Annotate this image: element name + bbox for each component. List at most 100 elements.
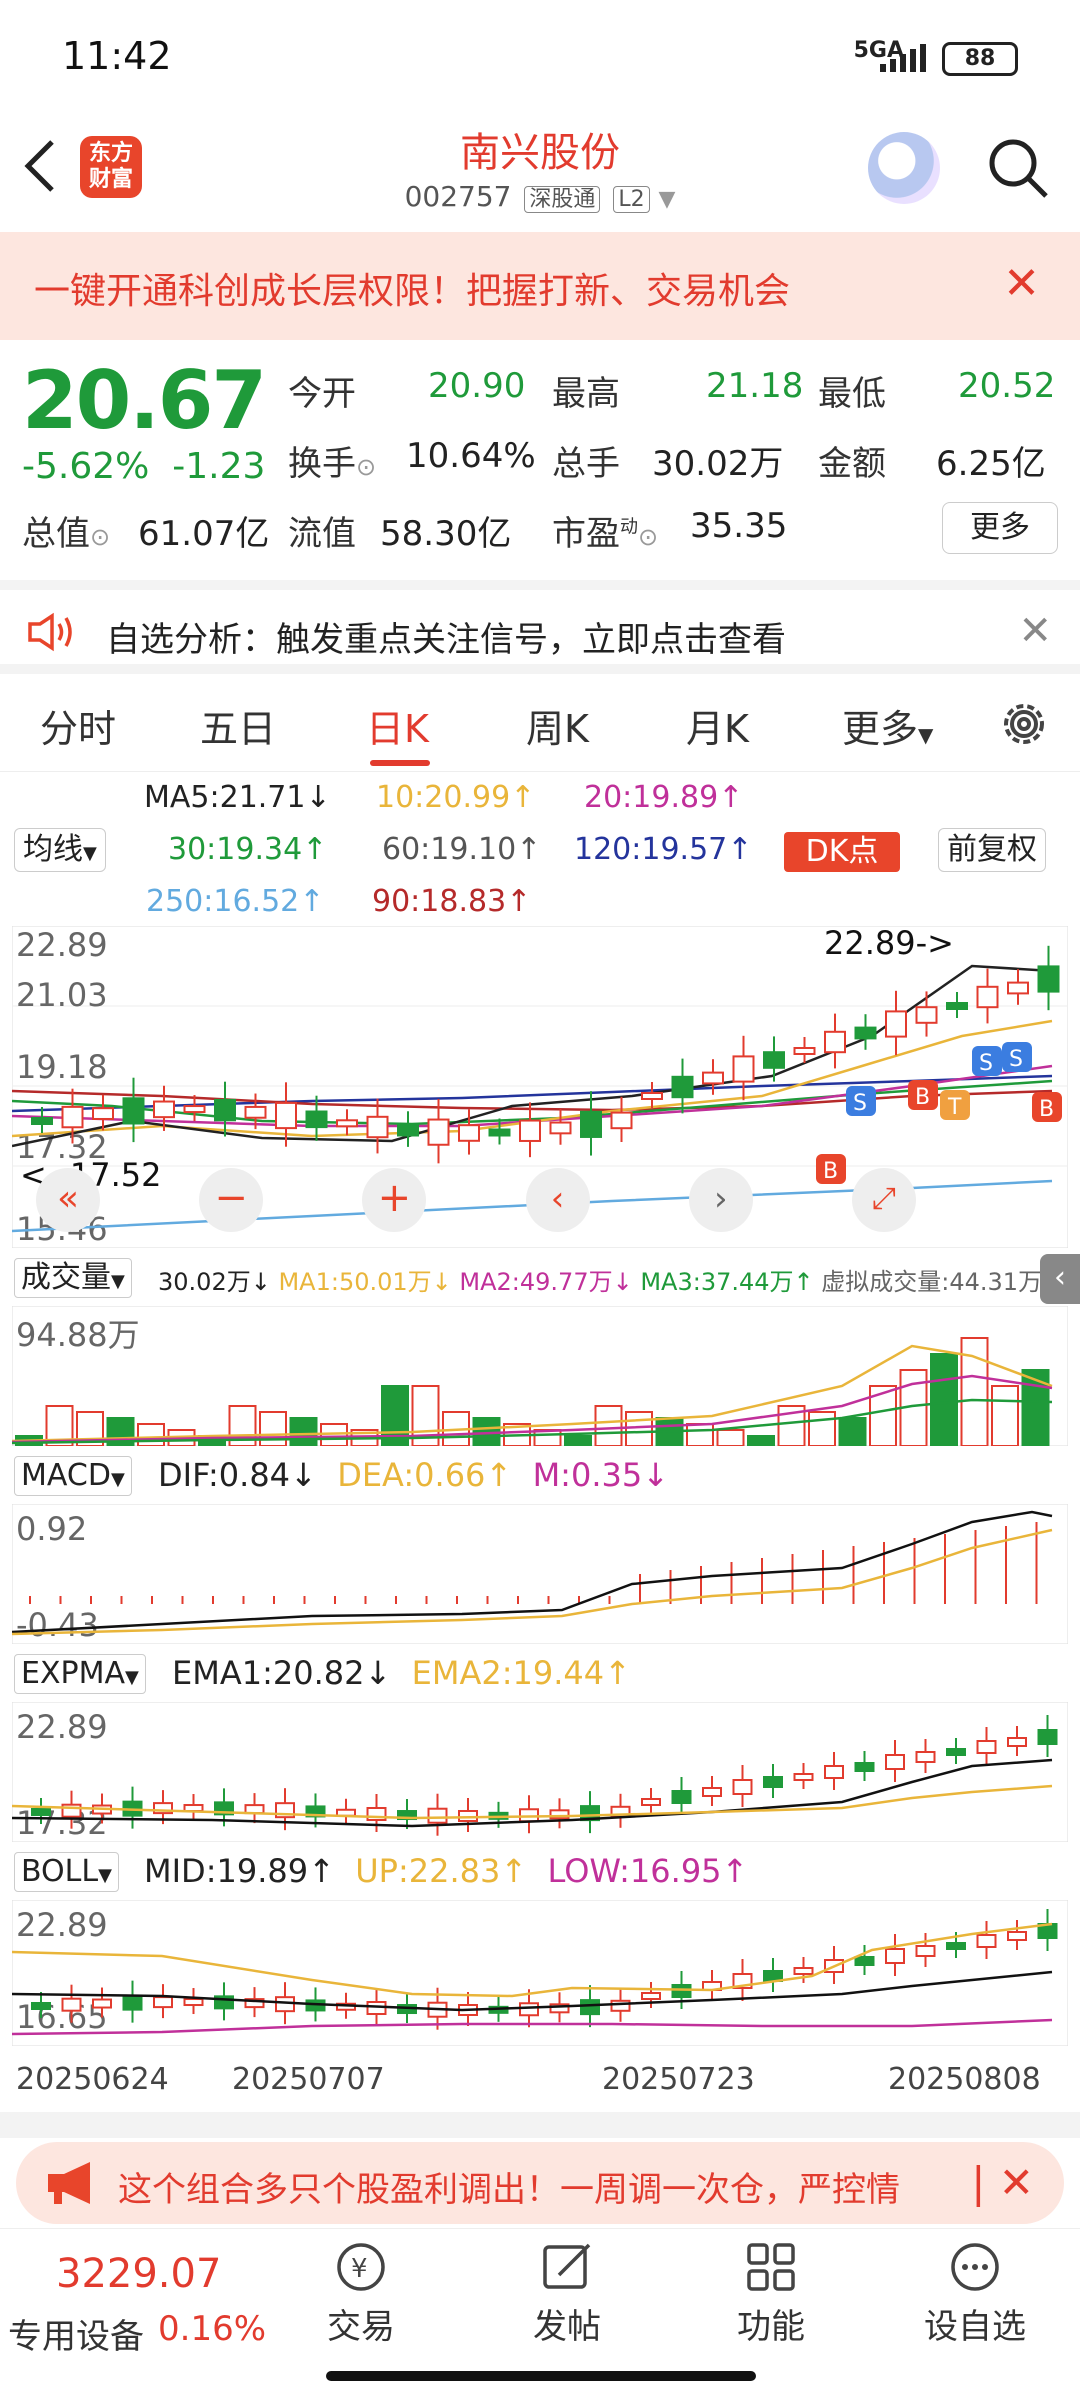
robot-avatar-icon[interactable] <box>868 132 940 204</box>
close-icon[interactable]: ✕ <box>1003 262 1040 306</box>
candle <box>153 1100 175 1119</box>
boll-chart[interactable]: 22.89 16.65 <box>12 1900 1068 2046</box>
candle <box>976 985 999 1009</box>
tab-monthly-k[interactable]: 月K <box>686 698 749 753</box>
candle <box>305 1110 328 1129</box>
close-icon[interactable]: ✕ <box>1018 608 1052 654</box>
tab-weekly-k[interactable]: 周K <box>526 698 589 753</box>
candle <box>671 1984 692 1998</box>
nav-post[interactable]: 发帖 <box>502 2239 632 2348</box>
candle <box>641 1092 663 1100</box>
candle <box>793 1773 814 1781</box>
candle <box>915 1006 938 1024</box>
candle <box>976 1740 997 1754</box>
volume-bar <box>594 1405 623 1446</box>
amount-value: 6.25亿 <box>936 444 1046 484</box>
volume-bar <box>808 1411 836 1446</box>
candle <box>671 1075 694 1099</box>
change-pct: -5.62% <box>22 446 150 487</box>
nav-functions[interactable]: 功能 <box>706 2239 836 2348</box>
signal-icon <box>880 44 926 72</box>
boll-y-top: 22.89 <box>16 1906 108 1944</box>
gear-icon[interactable] <box>998 698 1050 750</box>
candle <box>854 1956 875 1966</box>
ma30-value: 30:19.34↑ <box>168 832 328 867</box>
index-value[interactable]: 3229.07 <box>56 2251 221 2297</box>
bottom-toolbar: 3229.07 专用设备 0.16% ¥ 交易 发帖 功能 设自选 <box>0 2228 1080 2400</box>
ma90-value: 90:18.83↑ <box>372 884 532 919</box>
fullscreen-icon[interactable]: ⤢ <box>851 1168 916 1232</box>
candle <box>946 1942 966 1950</box>
search-icon[interactable] <box>986 136 1050 200</box>
candle <box>1007 981 1029 995</box>
candle <box>31 1808 51 1816</box>
adjust-button[interactable]: 前复权 <box>938 828 1046 872</box>
more-button[interactable]: 更多 <box>942 502 1058 554</box>
candle <box>214 1098 236 1122</box>
last-price: 20.67 <box>22 354 267 447</box>
high-label: 最高 <box>552 374 620 414</box>
divider <box>0 2112 1080 2138</box>
scroll-right-icon[interactable]: › <box>688 1168 753 1232</box>
volume-bar <box>137 1423 165 1446</box>
zoom-in-icon[interactable]: + <box>362 1168 427 1232</box>
nav-trade[interactable]: ¥ 交易 <box>296 2239 426 2348</box>
promo-banner[interactable]: 这个组合多只个股盈利调出！一周调一次仓，严控情 | ✕ <box>16 2142 1064 2224</box>
scroll-left-fast-icon[interactable]: « <box>36 1168 100 1232</box>
high-value: 21.18 <box>706 366 804 406</box>
candle <box>519 1119 541 1142</box>
home-indicator[interactable] <box>326 2371 756 2381</box>
volume-bar <box>686 1423 714 1446</box>
candle <box>1007 1931 1027 1941</box>
macd-selector[interactable]: MACD▼ <box>14 1456 132 1496</box>
macd-chart[interactable]: 0.92 -0.43 <box>12 1504 1068 1644</box>
macd-y-top: 0.92 <box>16 1510 87 1548</box>
y-label-mid2: 19.18 <box>16 1048 108 1086</box>
tab-five-day[interactable]: 五日 <box>200 698 276 753</box>
ma60-value: 60:19.10↑ <box>382 832 542 867</box>
expma-chart[interactable]: 22.89 17.32 <box>12 1702 1068 1842</box>
ma-selector[interactable]: 均线▼ <box>14 828 106 872</box>
dk-point-button[interactable]: DK点 <box>784 832 900 872</box>
speaker-icon <box>28 612 72 652</box>
float-label: 流值 <box>288 514 356 554</box>
tab-intraday[interactable]: 分时 <box>40 698 116 753</box>
candle <box>1037 1729 1058 1745</box>
volume-bar <box>991 1385 1019 1446</box>
tab-daily-k[interactable]: 日K <box>366 698 429 753</box>
nav-add-watchlist[interactable]: 设自选 <box>910 2239 1040 2348</box>
candle <box>641 1992 661 2000</box>
analysis-notice[interactable]: 自选分析：触发重点关注信号，立即点击查看 ✕ <box>0 580 1080 674</box>
candle <box>1007 1737 1027 1747</box>
banner-text: 一键开通科创成长层权限！把握打新、交易机会 <box>34 271 791 312</box>
tab-more[interactable]: 更多▼ <box>842 698 933 753</box>
post-icon <box>543 2243 591 2289</box>
expma-selector[interactable]: EXPMA▼ <box>14 1654 146 1694</box>
y-label-top: 22.89 <box>16 926 108 964</box>
candle <box>183 1998 204 2007</box>
expma-y-top: 22.89 <box>16 1708 108 1746</box>
volume-selector[interactable]: 成交量▼ <box>14 1258 132 1298</box>
zoom-out-icon[interactable]: − <box>199 1168 264 1232</box>
volume-chart[interactable]: 94.88万 <box>12 1306 1068 1446</box>
date-label-3: 20250723 <box>602 2062 755 2097</box>
collapse-panel-icon[interactable]: ‹ <box>1040 1254 1080 1304</box>
volume-bar <box>259 1411 287 1446</box>
float-value: 58.30亿 <box>380 514 512 554</box>
svg-text:B: B <box>915 1085 930 1110</box>
volume-bar <box>747 1435 775 1446</box>
close-icon[interactable]: | ✕ <box>971 2158 1034 2207</box>
candle <box>61 1105 84 1129</box>
boll-selector[interactable]: BOLL▼ <box>14 1852 119 1892</box>
permission-banner[interactable]: 一键开通科创成长层权限！把握打新、交易机会 ✕ <box>0 232 1080 340</box>
candle <box>885 1948 905 1964</box>
svg-text:T: T <box>947 1095 962 1120</box>
scroll-left-icon[interactable]: ‹ <box>525 1168 590 1232</box>
candle <box>641 1798 661 1806</box>
ma250-value: 250:16.52↑ <box>146 884 325 919</box>
candle <box>122 1994 143 2011</box>
candle <box>397 1123 419 1137</box>
candle <box>580 1999 600 2016</box>
candle <box>610 1111 633 1130</box>
low-value: 20.52 <box>958 366 1056 406</box>
